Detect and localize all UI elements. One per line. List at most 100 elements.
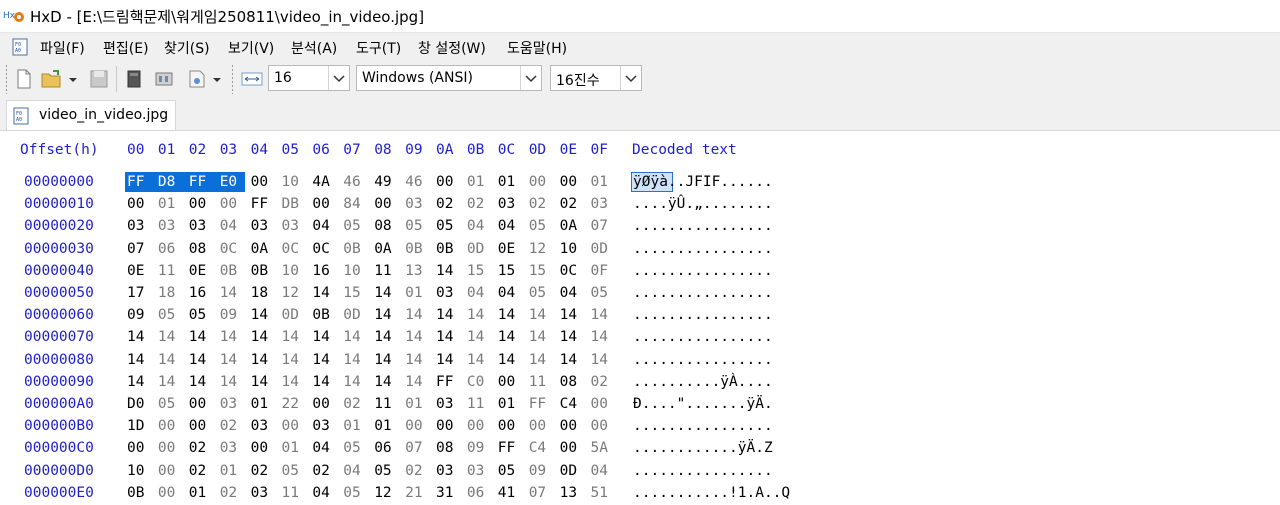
hex-byte[interactable]: 00 [498,374,525,390]
hex-row[interactable]: 00000050 17 18 16 14 18 12 14 15 14 01 03 04 04 05 04 05… [0,282,1280,305]
hex-byte[interactable]: 0D [467,241,494,257]
hex-byte[interactable]: 0D [591,241,618,257]
hex-row[interactable]: 00000020 03 03 03 04 03 03 04 05 08 05 05 04 04 05 0A 07… [0,215,1280,238]
hex-byte[interactable]: 14 [467,329,494,345]
hex-byte[interactable]: 09 [220,307,247,323]
hex-byte[interactable]: 14 [158,352,185,368]
hex-row[interactable]: 00000040 0E 11 0E 0B 0B 10 16 10 11 13 14 15 15 15 0C 0F… [0,260,1280,283]
hex-byte[interactable]: 06 [158,241,185,257]
hex-byte[interactable]: 0E [189,263,216,279]
hex-row[interactable]: 00000070 14 14 14 14 14 14 14 14 14 14 14 14 14 14 14 14… [0,326,1280,349]
hex-byte[interactable]: 16 [312,263,339,279]
hex-byte[interactable]: 14 [220,285,247,301]
hex-byte[interactable]: 03 [158,218,185,234]
hex-byte[interactable]: 14 [251,352,278,368]
hex-byte[interactable]: 14 [220,374,247,390]
hex-byte[interactable]: 14 [529,307,556,323]
hex-byte[interactable]: 14 [560,352,587,368]
menu-tools[interactable]: 도구(T) [356,38,401,58]
hex-byte[interactable]: 11 [374,263,401,279]
hex-byte[interactable]: 05 [343,440,370,456]
hex-byte[interactable]: 14 [343,374,370,390]
hex-byte[interactable]: 14 [189,374,216,390]
hex-byte[interactable]: 14 [467,352,494,368]
hex-byte[interactable]: 03 [189,218,216,234]
hex-byte[interactable]: 49 [374,174,401,190]
bytes-per-row-combo[interactable]: 16 [268,65,350,91]
hex-byte[interactable]: 00 [436,418,463,434]
hex-byte[interactable]: 10 [282,174,309,190]
hex-byte[interactable]: 14 [436,352,463,368]
hex-byte[interactable]: FF [436,374,463,390]
hex-byte[interactable]: 14 [127,329,154,345]
hex-byte[interactable]: 12 [529,241,556,257]
hex-byte[interactable]: 01 [343,418,370,434]
open-ram-icon[interactable] [152,67,176,91]
hex-row[interactable]: 00000030 07 06 08 0C 0A 0C 0C 0B 0A 0B 0B 0D 0E 12 10 0D… [0,238,1280,261]
open-disk-icon[interactable] [122,67,146,91]
open-folder-icon[interactable] [40,67,64,91]
hex-byte[interactable]: 00 [312,196,339,212]
hex-byte[interactable]: 14 [343,329,370,345]
hex-byte[interactable]: 14 [158,374,185,390]
hex-byte[interactable]: 01 [251,396,278,412]
hex-byte[interactable]: 00 [158,440,185,456]
hex-byte[interactable]: E0 [220,174,247,190]
hex-byte[interactable]: 03 [591,196,618,212]
hex-byte[interactable]: FF [498,440,525,456]
hex-byte[interactable]: 00 [560,418,587,434]
hex-byte[interactable]: 14 [374,352,401,368]
hex-byte[interactable]: 12 [374,485,401,501]
hex-byte[interactable]: 04 [312,440,339,456]
hex-byte[interactable]: 02 [189,440,216,456]
hex-byte[interactable]: 03 [312,418,339,434]
hex-byte[interactable]: 05 [591,285,618,301]
decoded-text[interactable]: ....ÿÛ.„........ [633,196,773,212]
hex-byte[interactable]: 05 [158,396,185,412]
hex-byte[interactable]: 4A [312,174,339,190]
hex-byte[interactable]: D8 [158,174,185,190]
hex-byte[interactable]: FF [251,196,278,212]
decoded-text[interactable]: ................ [633,418,773,434]
hex-byte[interactable]: 00 [591,396,618,412]
hex-byte[interactable]: 03 [436,396,463,412]
hex-byte[interactable]: 08 [560,374,587,390]
hex-byte[interactable]: 15 [467,263,494,279]
hex-byte[interactable]: 31 [436,485,463,501]
hex-byte[interactable]: 08 [436,440,463,456]
hex-byte[interactable]: 14 [343,352,370,368]
hex-byte[interactable]: 00 [374,196,401,212]
decoded-text[interactable]: ................ [633,218,773,234]
hex-byte[interactable]: 14 [127,352,154,368]
toolbar-grip[interactable] [5,64,8,94]
hex-byte[interactable]: 05 [529,218,556,234]
hex-byte[interactable]: 14 [498,352,525,368]
hex-byte[interactable]: 14 [220,352,247,368]
menu-analysis[interactable]: 분석(A) [291,38,337,58]
hex-byte[interactable]: 01 [405,285,432,301]
hex-byte[interactable]: 00 [436,174,463,190]
hex-byte[interactable]: 0C [312,241,339,257]
hex-byte[interactable]: 14 [282,329,309,345]
hex-row[interactable]: 000000D0 10 00 02 01 02 05 02 04 05 02 03 03 05 09 0D 04… [0,460,1280,483]
hex-byte[interactable]: 05 [158,307,185,323]
decoded-text[interactable]: ................ [633,285,773,301]
hex-byte[interactable]: 04 [220,218,247,234]
hex-row[interactable]: 000000E0 0B 00 01 02 03 11 04 05 12 21 31 06 41 07 13 51… [0,482,1280,505]
menu-help[interactable]: 도움말(H) [507,38,567,58]
save-icon[interactable] [87,67,111,91]
decoded-text[interactable]: ............ÿÄ.Z [633,440,773,456]
hex-byte[interactable]: 14 [189,352,216,368]
hex-byte[interactable]: 0E [498,241,525,257]
hex-byte[interactable]: 05 [436,218,463,234]
hex-byte[interactable]: 0B [312,307,339,323]
hex-byte[interactable]: 14 [312,352,339,368]
hex-byte[interactable]: 00 [282,418,309,434]
hex-byte[interactable]: 06 [374,440,401,456]
hex-byte[interactable]: 00 [560,440,587,456]
hex-byte[interactable]: 14 [282,352,309,368]
hex-byte[interactable]: 00 [251,440,278,456]
hex-byte[interactable]: 14 [529,329,556,345]
hex-byte[interactable]: 01 [374,418,401,434]
hex-byte[interactable]: 00 [529,174,556,190]
